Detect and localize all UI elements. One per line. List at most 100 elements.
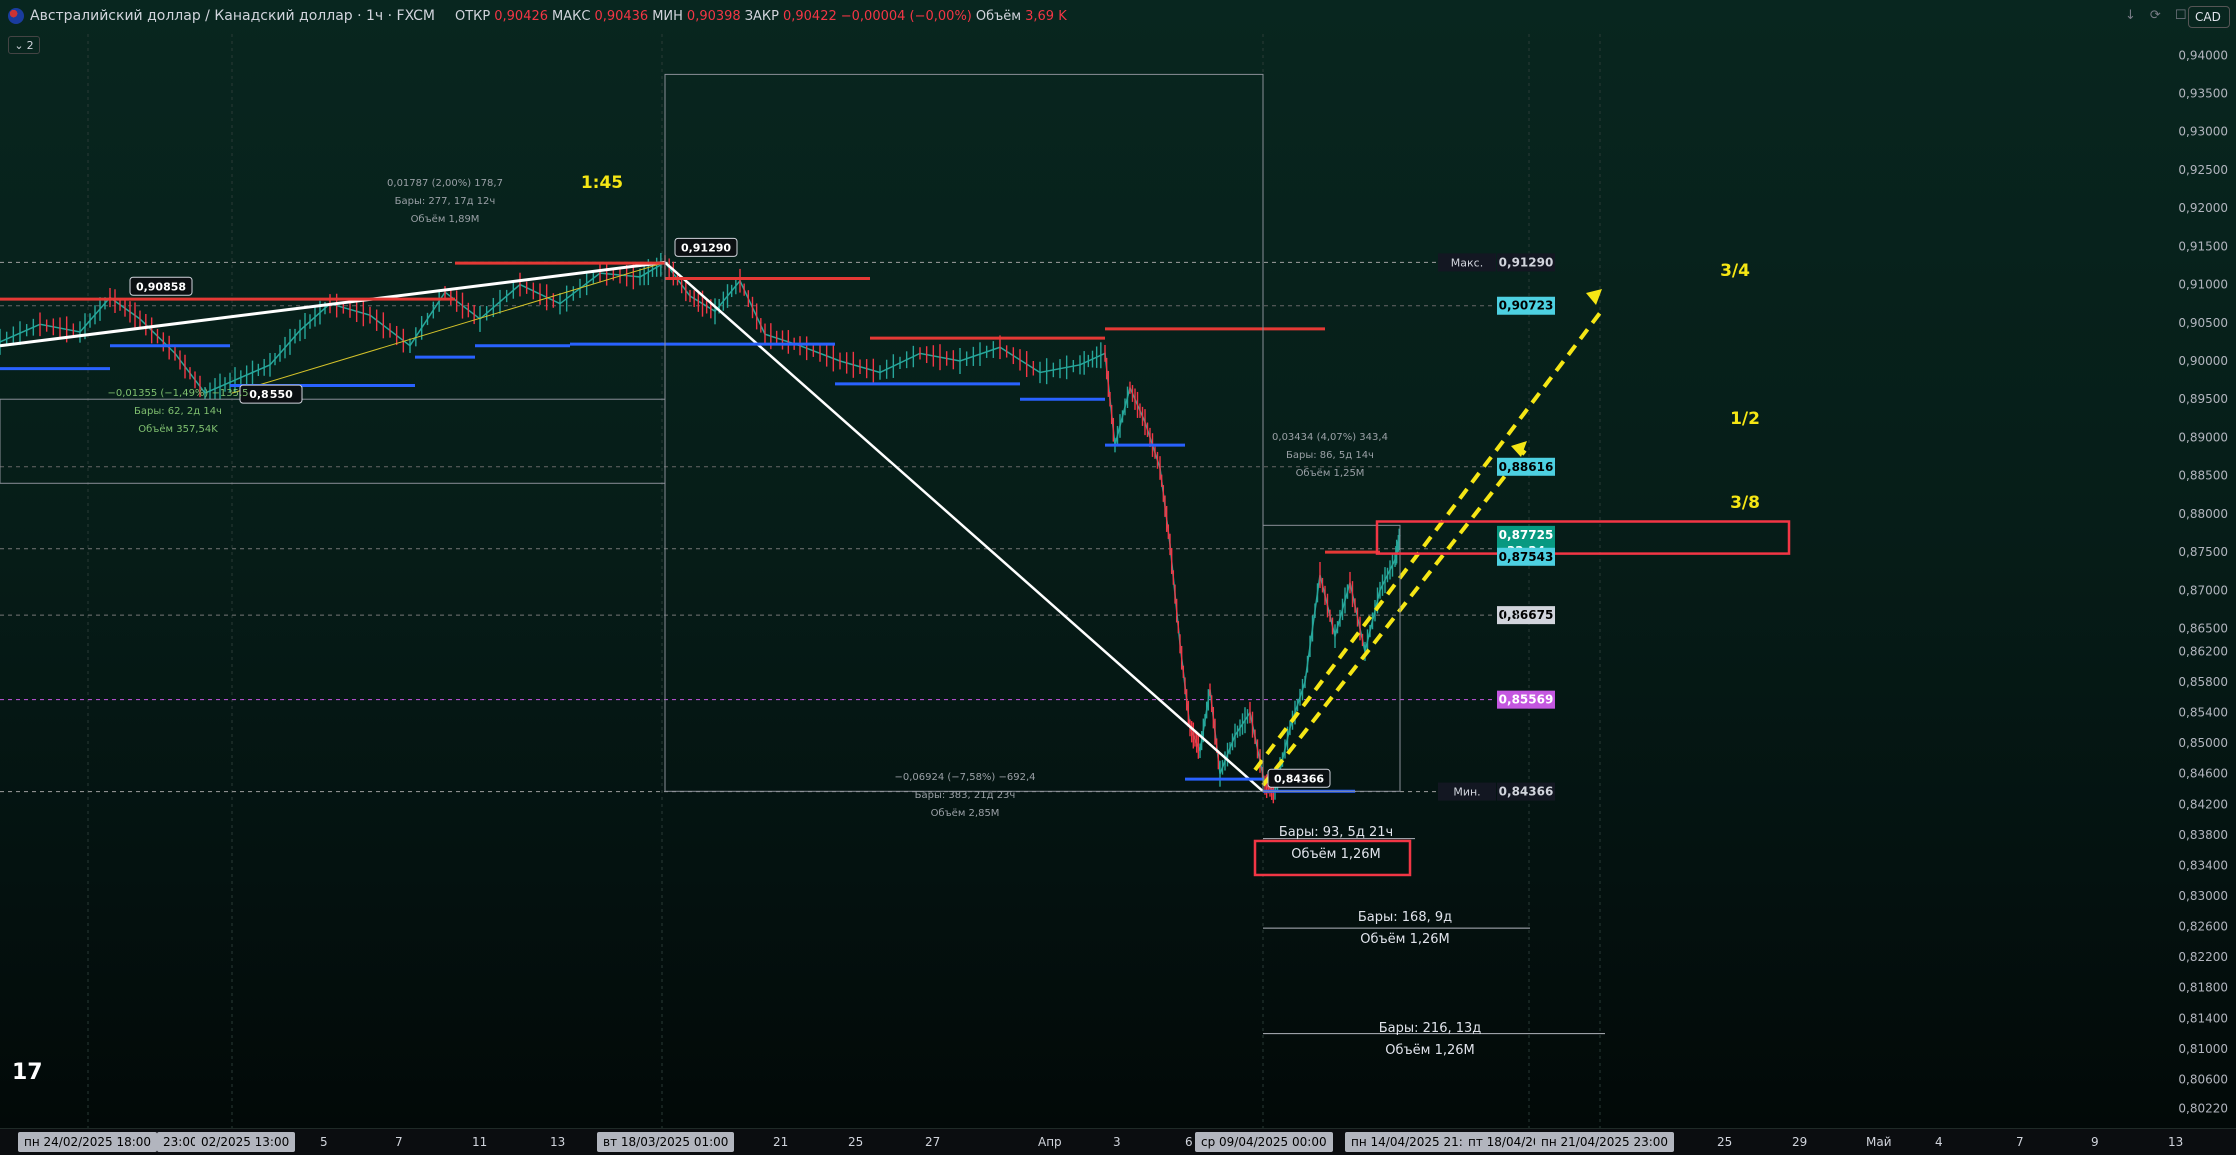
y-tick-label: 0,89000 — [2178, 430, 2228, 444]
measure-label: Объём 2,85M — [931, 808, 1000, 819]
time-axis[interactable]: 5 7 11 13 21 25 27 Апр 3 6 25 29 Май 4 7 9 13 пн 24/02/20… — [0, 1128, 2236, 1155]
price-tag-label: 0,90858 — [136, 280, 186, 293]
y-tick-label: 0,92000 — [2178, 201, 2228, 215]
y-tick-label: 0,89500 — [2178, 392, 2228, 406]
y-tick-label: 0,87000 — [2178, 583, 2228, 597]
y-tick-label: 0,93000 — [2178, 125, 2228, 139]
measure-label: Объём 1,89M — [411, 214, 480, 225]
price-tag-label: 0,84366 — [1274, 772, 1324, 785]
x-tick-label: 13 — [2168, 1135, 2184, 1149]
measure-label: 0,01787 (2,00%) 178,7 — [387, 178, 503, 189]
fib-label: 3/8 — [1730, 493, 1760, 513]
measure-label: Бары: 216, 13д — [1379, 1021, 1482, 1036]
measure-label: Объём 1,26M — [1291, 847, 1381, 862]
x-tick-label: 3 — [1113, 1135, 1121, 1149]
x-tick-label: 25 — [1717, 1135, 1733, 1149]
measure-label: Бары: 93, 5д 21ч — [1279, 825, 1393, 840]
measure-box — [664, 73, 1264, 792]
price-axis-badge-label: 0,87725 — [1499, 528, 1554, 542]
measure-label: Бары: 86, 5д 14ч — [1286, 450, 1374, 461]
measure-label: Бары: 383, 21д 23ч — [915, 790, 1016, 801]
x-highlight-label: ср 09/04/2025 00:00 — [1195, 1132, 1333, 1152]
y-tick-label: 0,91000 — [2178, 278, 2228, 292]
chevron-down-icon: ⌄ — [14, 38, 24, 52]
measure-label: 0,03434 (4,07%) 343,4 — [1272, 432, 1388, 443]
y-tick-label: 0,81400 — [2178, 1011, 2228, 1025]
x-tick-label: 6 — [1185, 1135, 1193, 1149]
y-tick-label: 0,92500 — [2178, 163, 2228, 177]
y-tick-label: 0,91500 — [2178, 239, 2228, 253]
price-tag-label: 0,8 550 — [249, 388, 293, 401]
indicators-toggle[interactable]: ⌄ 2 — [8, 36, 40, 54]
price-axis-badge-label: 0,86675 — [1499, 608, 1554, 622]
price-axis-badge-label: 0,87543 — [1499, 550, 1554, 564]
x-highlight-label: пн 14/04/2025 21: — [1345, 1132, 1469, 1152]
x-tick-label: 5 — [320, 1135, 328, 1149]
price-axis-badge-label: 0,88616 — [1499, 460, 1554, 474]
price-chart[interactable]: 0,94000 0,93500 0,93000 0,92500 0,92000 0,915… — [0, 0, 2236, 1128]
x-tick-label: Апр — [1038, 1135, 1062, 1149]
flag-icon — [8, 8, 24, 24]
symbol-title[interactable]: Австралийский доллар / Канадский доллар … — [8, 8, 435, 24]
ohlc-key: МИН — [652, 9, 683, 24]
chart-header: Австралийский доллар / Канадский доллар … — [0, 0, 2236, 34]
x-tick-label: Май — [1866, 1135, 1892, 1149]
y-tick-label: 0,86500 — [2178, 622, 2228, 636]
trend-line — [664, 261, 1264, 793]
ohlc-value: 0,90422 — [782, 9, 837, 24]
price-tag-label: 0,91290 — [681, 241, 731, 254]
x-tick-label: 11 — [472, 1135, 488, 1149]
price-axis-tag-label: Мин. — [1453, 786, 1480, 799]
measure-label: Объём 357,54K — [138, 424, 218, 435]
y-tick-label: 0,83400 — [2178, 858, 2228, 872]
measure-label: Объём 1,25M — [1296, 468, 1365, 479]
y-tick-label: 0,81000 — [2178, 1042, 2228, 1056]
x-tick-label: 29 — [1792, 1135, 1808, 1149]
y-tick-label: 0,85400 — [2178, 706, 2228, 720]
header-tools: ↓ ⟳ ☐ — [2125, 8, 2186, 23]
y-tick-label: 0,94000 — [2178, 48, 2228, 62]
price-axis-badge-label: 0,85569 — [1499, 693, 1554, 707]
y-tick-label: 0,87500 — [2178, 545, 2228, 559]
x-tick-label: 4 — [1935, 1135, 1943, 1149]
measure-label: Бары: 62, 2д 14ч — [134, 406, 222, 417]
y-tick-label: 0,85000 — [2178, 736, 2228, 750]
y-tick-label: 0,88500 — [2178, 469, 2228, 483]
ohlc-value: 0,90426 — [494, 9, 549, 24]
measure-label: Объём 1,26M — [1360, 932, 1450, 947]
y-tick-label: 0,85800 — [2178, 675, 2228, 689]
ohlc-key: Объём — [975, 9, 1022, 24]
measure-box — [0, 398, 666, 484]
ohlc-value: 0,90436 — [594, 9, 649, 24]
price-series-line — [0, 261, 1401, 793]
fullscreen-icon[interactable]: ☐ — [2175, 8, 2187, 23]
price-axis-tag-label: Макс. — [1451, 256, 1483, 269]
y-tick-label: 0,86200 — [2178, 644, 2228, 658]
x-tick-label: 25 — [848, 1135, 864, 1149]
y-tick-label: 0,84200 — [2178, 797, 2228, 811]
chart-window: { "header": { "symbol": "Австралийский д… — [0, 0, 2236, 1155]
y-tick-label: 0,83800 — [2178, 828, 2228, 842]
screenshot-icon[interactable]: ⟳ — [2150, 8, 2161, 23]
x-tick-label: 7 — [395, 1135, 403, 1149]
y-tick-label: 0,93500 — [2178, 87, 2228, 101]
y-tick-label: 0,82200 — [2178, 950, 2228, 964]
price-axis-badge-label: 0,84366 — [1499, 785, 1554, 799]
y-tick-label: 0,84600 — [2178, 767, 2228, 781]
x-highlight-label: пт 18/04/20 — [1462, 1132, 1547, 1152]
price-axis-badge-label: 0,91290 — [1499, 255, 1554, 269]
tradingview-logo-icon[interactable]: 17 — [12, 1060, 43, 1085]
y-tick-label: 0,82600 — [2178, 920, 2228, 934]
arrow-head — [1511, 441, 1527, 457]
measure-label: −0,06924 (−7,58%) −692,4 — [894, 772, 1035, 783]
download-icon[interactable]: ↓ — [2125, 8, 2136, 23]
fib-label: 3/4 — [1720, 261, 1750, 281]
x-tick-label: 9 — [2091, 1135, 2099, 1149]
x-highlight-label: вт 18/03/2025 01:00 — [597, 1132, 735, 1152]
ratio-label: 1:45 — [581, 173, 623, 193]
y-tick-label: 0,90500 — [2178, 316, 2228, 330]
currency-button[interactable]: CAD — [2188, 6, 2230, 28]
x-tick-label: 7 — [2016, 1135, 2024, 1149]
y-tick-label: 0,83000 — [2178, 889, 2228, 903]
ohlc-key: МАКС — [552, 9, 591, 24]
